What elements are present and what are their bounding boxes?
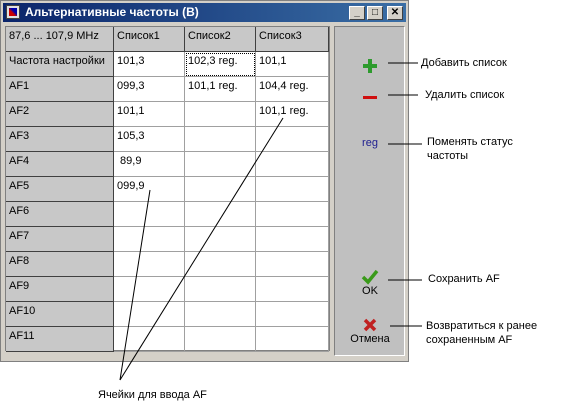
annotation-add: Добавить список [421,57,507,69]
annotation-cells: Ячейки для ввода AF [98,389,207,401]
cell-pointer-line-2 [119,117,284,381]
annotation-revert-2: сохраненным AF [426,334,513,346]
annotation-reg-1: Поменять статус [427,136,513,148]
annotation-remove: Удалить список [425,89,505,101]
annotation-reg-2: частоты [427,150,469,162]
cell-pointer-line-1 [119,189,151,381]
annotation-save: Сохранить AF [428,273,500,285]
annotation-revert-1: Возвратиться к ранее [426,320,538,332]
